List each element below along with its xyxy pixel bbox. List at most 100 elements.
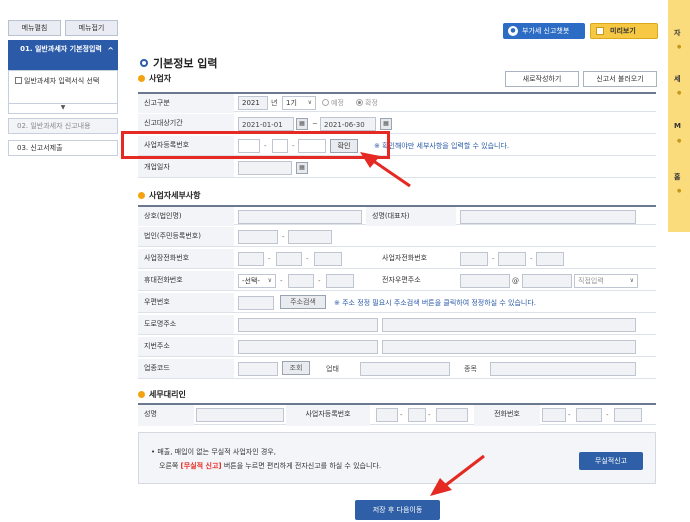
biz-phone-part1[interactable]: [238, 252, 264, 266]
quick-dot-icon: ●: [677, 138, 682, 144]
business-type-field[interactable]: [360, 362, 450, 376]
sidebar-step-1-sub[interactable]: 일반과세자 입력서식 선택: [8, 70, 118, 104]
address-search-button[interactable]: 주소검색: [280, 295, 326, 309]
section-detail-title: 사업자세부사항: [149, 191, 201, 200]
info-line-2-highlight: [무실적 신고]: [180, 462, 222, 470]
row-phone: 사업장전화번호 - - 사업자전화번호 - -: [138, 249, 656, 269]
row-company: 상호(법인명) 성명(대표자): [138, 205, 656, 226]
agent-phone-part1[interactable]: [542, 408, 566, 422]
rep-field[interactable]: [460, 210, 636, 224]
quick-menu-item-2[interactable]: 세: [674, 74, 680, 84]
industry-label: 업종코드: [138, 359, 234, 378]
email-label: 전자우편주소: [382, 276, 421, 284]
chevron-down-icon[interactable]: ▼: [8, 104, 118, 114]
item-field[interactable]: [490, 362, 636, 376]
info-line-2-post: 버튼을 누르면 편리하게 전자신고를 하실 수 있습니다.: [221, 462, 382, 470]
radio-forecast[interactable]: 예정: [322, 96, 344, 110]
road-address-field-1[interactable]: [238, 318, 378, 332]
mobile-prefix-select[interactable]: -선택- ∨: [238, 274, 276, 288]
calendar-icon[interactable]: ▦: [296, 162, 308, 174]
agent-phone-part2[interactable]: [576, 408, 602, 422]
home-phone-part2[interactable]: [498, 252, 526, 266]
company-field[interactable]: [238, 210, 362, 224]
quick-menu-item-3[interactable]: M: [674, 122, 681, 130]
info-line-2: 오른쪽 [무실적 신고] 버튼을 누르면 편리하게 전자신고를 하실 수 있습니…: [159, 461, 381, 471]
quick-dot-icon: ●: [677, 90, 682, 96]
info-line-1: • 매출, 매입이 없는 무실적 사업자인 경우,: [151, 448, 276, 456]
menu-collapse-button[interactable]: 메뉴접기: [65, 20, 118, 36]
industry-code-field[interactable]: [238, 362, 278, 376]
industry-lookup-button[interactable]: 조회: [282, 361, 310, 375]
quick-dot-icon: ●: [677, 188, 682, 194]
highlight-arrow-icon: [360, 152, 411, 188]
home-phone-part3[interactable]: [536, 252, 564, 266]
date-to-field[interactable]: 2021-06-30: [320, 117, 376, 131]
agent-name-field[interactable]: [196, 408, 284, 422]
agent-brn-part1[interactable]: [376, 408, 398, 422]
load-report-button[interactable]: 신고서 불러오기: [583, 71, 657, 87]
open-date-label: 개업일자: [138, 158, 234, 177]
corp-no-dash: -: [282, 233, 285, 241]
biz-phone-part2[interactable]: [276, 252, 302, 266]
sidebar-step-1[interactable]: 01. 일반과세자 기본정입력 ^: [8, 40, 118, 70]
quick-menu-item-4[interactable]: 홈: [674, 172, 680, 182]
new-write-button[interactable]: 새로작성하기: [505, 71, 579, 87]
preview-button[interactable]: 미리보기: [590, 23, 658, 39]
section-bullet-icon: [138, 75, 145, 82]
phone-dash: -: [318, 277, 321, 285]
no-record-info-box: • 매출, 매입이 없는 무실적 사업자인 경우, 오른쪽 [무실적 신고] 버…: [138, 432, 656, 484]
year-field[interactable]: 2021: [238, 96, 268, 110]
chatbot-button[interactable]: ● 부가세 신고챗봇: [503, 23, 585, 39]
preview-label: 미리보기: [610, 27, 636, 35]
corp-no-part2[interactable]: [288, 230, 332, 244]
calendar-icon[interactable]: ▦: [380, 118, 392, 130]
email-domain-input[interactable]: [522, 274, 572, 288]
mobile-part2[interactable]: [288, 274, 314, 288]
row-agent: 성명 사업자등록번호 - - 전화번호 - -: [138, 403, 656, 426]
home-phone-part1[interactable]: [460, 252, 488, 266]
road-address-field-2[interactable]: [382, 318, 636, 332]
open-date-field[interactable]: [238, 161, 292, 175]
section-bullet-icon: [138, 391, 145, 398]
agent-phone-part3[interactable]: [614, 408, 642, 422]
phone-dash: -: [492, 255, 495, 263]
rep-label: 성명(대표자): [366, 207, 456, 226]
email-domain-select[interactable]: 직접입력 ∨: [574, 274, 638, 288]
sidebar-step-2[interactable]: 02. 일반과세자 신고내용: [8, 118, 118, 134]
zip-field[interactable]: [238, 296, 274, 310]
agent-brn-label: 사업자등록번호: [286, 405, 370, 426]
menu-expand-button[interactable]: 메뉴펼침: [8, 20, 61, 36]
save-next-button[interactable]: 저장 후 다음이동: [355, 500, 440, 520]
sidebar-step-3[interactable]: 03. 신고서제출: [8, 140, 118, 156]
period-select[interactable]: 1기 ∨: [282, 96, 316, 110]
date-from-field[interactable]: 2021-01-01: [238, 117, 294, 131]
corp-no-part1[interactable]: [238, 230, 278, 244]
phone-dash: -: [606, 411, 609, 419]
calendar-icon[interactable]: ▦: [296, 118, 308, 130]
section-business: 사업자: [138, 73, 171, 84]
phone-dash: -: [280, 277, 283, 285]
mobile-label: 휴대전화번호: [138, 271, 234, 290]
sidebar-toggle-group: 메뉴펼침 메뉴접기: [8, 20, 118, 36]
row-mobile: 휴대전화번호 -선택- ∨ - - 전자우편주소 @ 직접입력 ∨: [138, 271, 656, 291]
mobile-part3[interactable]: [326, 274, 354, 288]
lot-address-field-1[interactable]: [238, 340, 378, 354]
agent-brn-part3[interactable]: [436, 408, 468, 422]
lot-address-field-2[interactable]: [382, 340, 636, 354]
phone-dash: -: [568, 411, 571, 419]
date-to-value: 2021-06-30: [324, 121, 365, 129]
no-record-report-button[interactable]: 무실적신고: [579, 452, 643, 470]
row-corp-no: 법인(주민등록번호) -: [138, 227, 656, 247]
mobile-prefix-value: -선택-: [242, 277, 260, 285]
company-label: 상호(법인명): [138, 207, 234, 226]
quick-menu-item-1[interactable]: 자: [674, 28, 680, 38]
agent-brn-part2[interactable]: [408, 408, 426, 422]
row-industry: 업종코드 조회 업태 종목: [138, 359, 656, 379]
email-at: @: [512, 277, 519, 285]
chevron-down-icon: ∨: [307, 99, 312, 106]
biz-phone-part3[interactable]: [314, 252, 342, 266]
radio-final[interactable]: 확정: [356, 96, 378, 110]
email-id-input[interactable]: [460, 274, 510, 288]
agent-name-label: 성명: [138, 405, 194, 426]
phone-dash: -: [268, 255, 271, 263]
